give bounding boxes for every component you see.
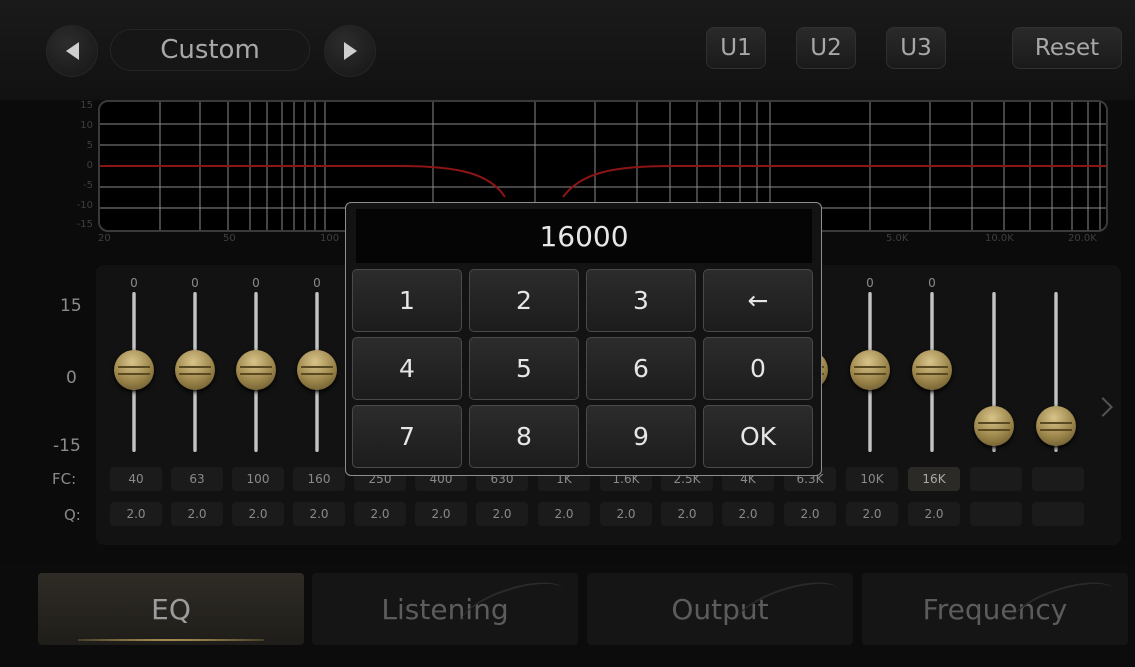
graph-y-label: -15 xyxy=(76,219,93,230)
band-gain-value: 0 xyxy=(313,276,321,290)
band-q-field[interactable] xyxy=(970,502,1022,526)
key-4[interactable]: 4 xyxy=(352,337,462,400)
eq-band: 0 40 2.0 xyxy=(106,270,162,540)
key-1[interactable]: 1 xyxy=(352,269,462,332)
band-slider-knob[interactable] xyxy=(850,350,890,390)
band-q-field[interactable]: 2.0 xyxy=(722,502,774,526)
band-q-field[interactable]: 2.0 xyxy=(846,502,898,526)
reset-button[interactable]: Reset xyxy=(1012,27,1122,69)
graph-x-label: 5.0K xyxy=(886,233,909,244)
ok-button[interactable]: OK xyxy=(703,405,813,468)
fc-row-label: FC: xyxy=(52,470,77,488)
eq-band: 0 16K 2.0 xyxy=(904,270,960,540)
eq-response-curve xyxy=(100,165,1106,198)
graph-x-label: 100 xyxy=(320,233,340,244)
graph-y-label: 0 xyxy=(86,160,93,171)
band-gain-value: 0 xyxy=(928,276,936,290)
band-q-field[interactable]: 2.0 xyxy=(784,502,836,526)
band-q-field[interactable]: 2.0 xyxy=(232,502,284,526)
band-q-field[interactable] xyxy=(1032,502,1084,526)
band-q-field[interactable]: 2.0 xyxy=(600,502,652,526)
triangle-right-icon xyxy=(343,42,357,60)
band-slider-knob[interactable] xyxy=(114,350,154,390)
graph-x-label: 50 xyxy=(223,233,236,244)
numeric-keypad-dialog: 16000 1 2 3 ← 4 5 6 0 7 8 9 OK xyxy=(345,202,822,476)
band-slider-knob[interactable] xyxy=(974,406,1014,446)
band-frequency-field[interactable] xyxy=(970,467,1022,491)
band-slider-knob[interactable] xyxy=(1036,406,1076,446)
backspace-key[interactable]: ← xyxy=(703,269,813,332)
eq-band: 0 100 2.0 xyxy=(228,270,284,540)
band-q-field[interactable]: 2.0 xyxy=(171,502,223,526)
graph-x-label: 10.0K xyxy=(985,233,1014,244)
prev-preset-button[interactable] xyxy=(46,25,98,77)
scale-zero-label: 0 xyxy=(66,368,77,388)
tab-eq[interactable]: EQ xyxy=(38,573,304,645)
band-q-field[interactable]: 2.0 xyxy=(908,502,960,526)
next-preset-button[interactable] xyxy=(324,25,376,77)
eq-band xyxy=(1028,270,1084,540)
graph-y-label: 10 xyxy=(80,120,93,131)
key-8[interactable]: 8 xyxy=(469,405,579,468)
key-2[interactable]: 2 xyxy=(469,269,579,332)
preset-name: Custom xyxy=(110,29,310,71)
q-row-label: Q: xyxy=(64,506,81,524)
band-frequency-field[interactable]: 40 xyxy=(110,467,162,491)
key-6[interactable]: 6 xyxy=(586,337,696,400)
tab-output[interactable]: Output xyxy=(587,573,853,645)
band-frequency-field[interactable]: 63 xyxy=(171,467,223,491)
key-7[interactable]: 7 xyxy=(352,405,462,468)
band-q-field[interactable]: 2.0 xyxy=(538,502,590,526)
band-q-field[interactable]: 2.0 xyxy=(110,502,162,526)
keypad-display: 16000 xyxy=(356,209,812,263)
band-slider-knob[interactable] xyxy=(912,350,952,390)
key-0[interactable]: 0 xyxy=(703,337,813,400)
key-5[interactable]: 5 xyxy=(469,337,579,400)
graph-y-label: -5 xyxy=(83,180,93,191)
band-frequency-field[interactable]: 160 xyxy=(293,467,345,491)
bottom-tabs: EQ Listening Output Frequency xyxy=(0,565,1135,667)
band-frequency-field[interactable]: 10K xyxy=(846,467,898,491)
band-q-field[interactable]: 2.0 xyxy=(354,502,406,526)
eq-band: 0 63 2.0 xyxy=(167,270,223,540)
key-3[interactable]: 3 xyxy=(586,269,696,332)
band-slider-knob[interactable] xyxy=(236,350,276,390)
band-gain-value: 0 xyxy=(252,276,260,290)
band-frequency-field[interactable]: 100 xyxy=(232,467,284,491)
eq-band: 0 160 2.0 xyxy=(289,270,345,540)
eq-band: 0 10K 2.0 xyxy=(842,270,898,540)
band-slider-knob[interactable] xyxy=(175,350,215,390)
graph-x-label: 20.0K xyxy=(1068,233,1097,244)
graph-y-label: 5 xyxy=(86,140,93,151)
band-gain-value: 0 xyxy=(866,276,874,290)
graph-y-label: 15 xyxy=(80,100,93,111)
graph-x-label: 20 xyxy=(98,233,111,244)
tab-listening[interactable]: Listening xyxy=(312,573,578,645)
band-q-field[interactable]: 2.0 xyxy=(415,502,467,526)
graph-y-label: -10 xyxy=(76,200,93,211)
band-q-field[interactable]: 2.0 xyxy=(476,502,528,526)
user-preset-u2-button[interactable]: U2 xyxy=(796,27,856,69)
band-q-field[interactable]: 2.0 xyxy=(293,502,345,526)
eq-band xyxy=(966,270,1022,540)
top-bar: Custom U1 U2 U3 Reset xyxy=(0,0,1135,100)
band-gain-value: 0 xyxy=(191,276,199,290)
band-frequency-field[interactable] xyxy=(1032,467,1084,491)
user-preset-u3-button[interactable]: U3 xyxy=(886,27,946,69)
key-9[interactable]: 9 xyxy=(586,405,696,468)
band-slider-knob[interactable] xyxy=(297,350,337,390)
band-frequency-field[interactable]: 16K xyxy=(908,467,960,491)
tab-frequency[interactable]: Frequency xyxy=(862,573,1128,645)
user-preset-u1-button[interactable]: U1 xyxy=(706,27,766,69)
band-q-field[interactable]: 2.0 xyxy=(661,502,713,526)
triangle-left-icon xyxy=(65,42,79,60)
band-gain-value: 0 xyxy=(130,276,138,290)
scale-max-label: 15 xyxy=(60,296,82,316)
scale-min-label: -15 xyxy=(53,436,81,456)
